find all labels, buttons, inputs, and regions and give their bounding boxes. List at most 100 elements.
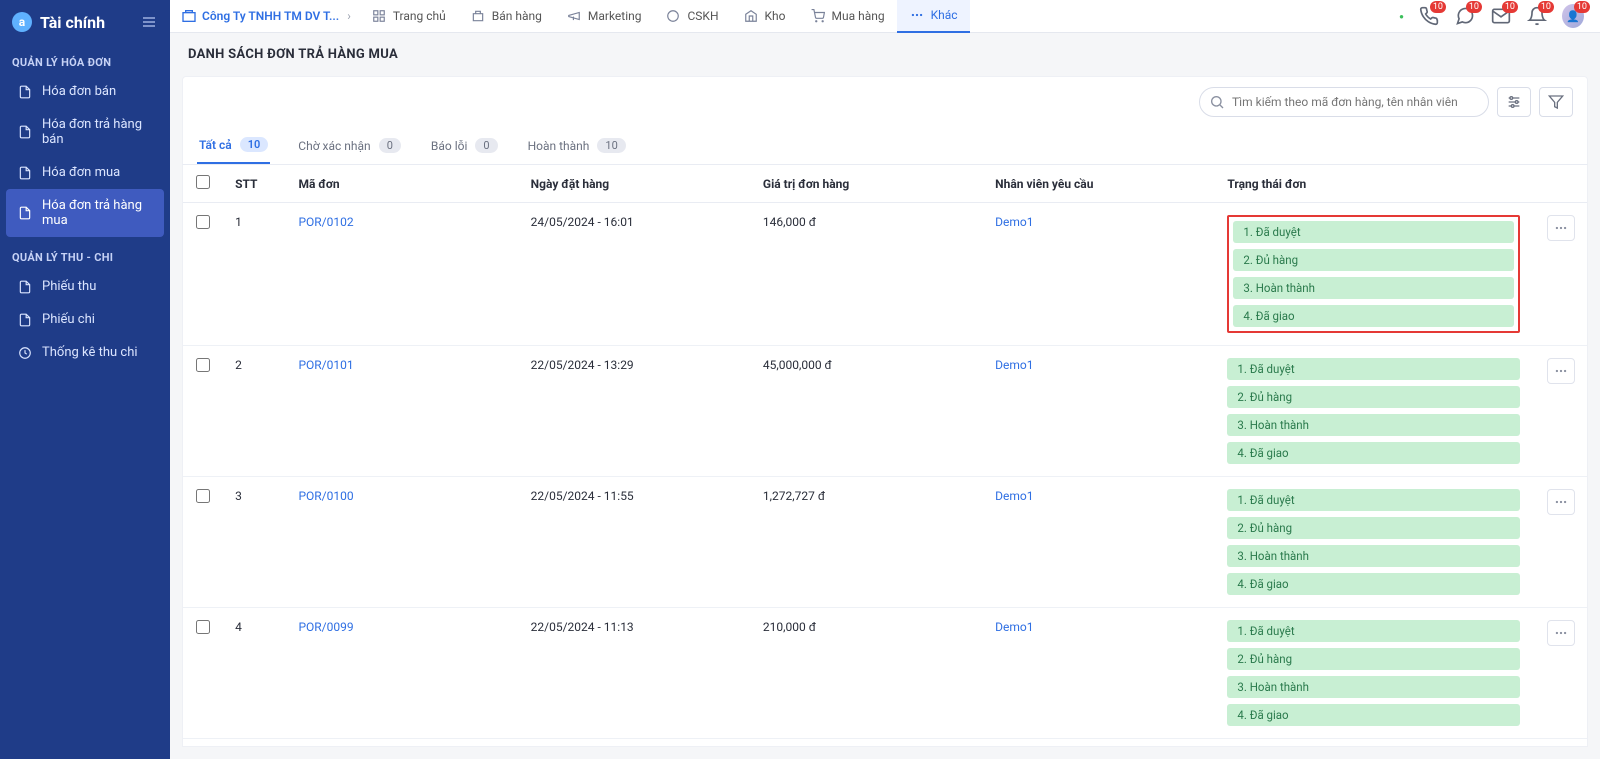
cell-date: 20/05/2024 - 17:40: [519, 739, 751, 748]
nav-item-marketing[interactable]: Marketing: [554, 0, 654, 33]
row-checkbox[interactable]: [196, 489, 210, 503]
cell-stt: 4: [223, 608, 286, 739]
sidebar-item-hoa-don-tra-hang-mua[interactable]: Hóa đơn trả hàng mua: [6, 189, 164, 237]
tab-2[interactable]: Báo lỗi0: [429, 128, 500, 163]
tab-3[interactable]: Hoàn thành10: [526, 128, 628, 163]
nav-item-ban-hang[interactable]: Bán hàng: [458, 0, 554, 33]
tab-label: Hoàn thành: [528, 139, 590, 153]
row-actions-button[interactable]: [1547, 620, 1575, 646]
phone-icon[interactable]: 10: [1418, 5, 1440, 27]
sidebar-item-phieu-thu[interactable]: Phiếu thu: [0, 270, 170, 303]
app-logo-icon: a: [12, 12, 32, 32]
cell-date: 22/05/2024 - 11:55: [519, 477, 751, 608]
tab-count: 0: [379, 138, 401, 153]
row-checkbox[interactable]: [196, 215, 210, 229]
nav-items: Trang chủ Bán hàng Marketing CSKH Kho Mua hàn…: [359, 0, 970, 33]
status-list: 1. Đã duyệt2. Đủ hàng3. Hoàn thành4. Đã …: [1227, 489, 1520, 595]
status-badge: 2. Đủ hàng: [1227, 648, 1520, 670]
status-badge: 3. Hoàn thành: [1227, 414, 1520, 436]
cell-stt: 3: [223, 477, 286, 608]
list-toolbar: [182, 76, 1588, 127]
status-badge: 3. Hoàn thành: [1227, 545, 1520, 567]
order-code-link[interactable]: POR/0102: [298, 215, 353, 229]
sidebar-item-phieu-chi[interactable]: Phiếu chi: [0, 303, 170, 336]
document-icon: [18, 125, 32, 139]
tab-count: 10: [240, 137, 269, 152]
nav-item-label: Marketing: [588, 9, 642, 23]
status-badge: 1. Đã duyệt: [1227, 358, 1520, 380]
settings-columns-button[interactable]: [1497, 87, 1531, 117]
bell-icon[interactable]: 10: [1526, 5, 1548, 27]
order-code-link[interactable]: POR/0099: [298, 620, 353, 634]
sidebar-item-hoa-don-tra-hang-ban[interactable]: Hóa đơn trả hàng bán: [0, 108, 170, 156]
order-code-link[interactable]: POR/0101: [298, 358, 353, 372]
select-all-checkbox[interactable]: [196, 175, 210, 189]
status-badge: 2. Đủ hàng: [1227, 517, 1520, 539]
tab-count: 0: [475, 138, 497, 153]
order-code-link[interactable]: POR/0100: [298, 489, 353, 503]
employee-link[interactable]: Demo1: [995, 215, 1033, 229]
nav-item-khac[interactable]: Khác: [897, 0, 970, 33]
cell-date: 22/05/2024 - 11:13: [519, 608, 751, 739]
row-checkbox[interactable]: [196, 358, 210, 372]
breadcrumb-company[interactable]: Công Ty TNHH TM DV T...: [202, 9, 339, 23]
row-actions-button[interactable]: [1547, 358, 1575, 384]
table-row: 5POR/009720/05/2024 - 17:408,400 đDemo11…: [183, 739, 1587, 748]
col-employee-header: Nhân viên yêu cầu: [983, 165, 1215, 203]
mail-badge: 10: [1502, 1, 1518, 13]
col-amount-header: Giá trị đơn hàng: [751, 165, 983, 203]
status-badge: 1. Đã duyệt: [1233, 221, 1514, 243]
sidebar-item-hoa-don-ban[interactable]: Hóa đơn bán: [0, 75, 170, 108]
sidebar-collapse-icon[interactable]: [140, 13, 158, 31]
filter-button[interactable]: [1539, 87, 1573, 117]
row-actions-button[interactable]: [1547, 215, 1575, 241]
top-navbar: Công Ty TNHH TM DV T... › Trang chủ Bán h…: [170, 0, 1600, 33]
user-avatar[interactable]: 👤 10: [1562, 5, 1584, 27]
nav-item-label: Kho: [765, 9, 786, 23]
sidebar-item-hoa-don-mua[interactable]: Hóa đơn mua: [0, 156, 170, 189]
mail-icon[interactable]: 10: [1490, 5, 1512, 27]
sidebar-section-label: QUẢN LÝ THU - CHI: [0, 237, 170, 270]
stats-icon: [18, 346, 32, 360]
row-checkbox[interactable]: [196, 620, 210, 634]
bell-badge: 10: [1538, 1, 1554, 13]
col-date-header: Ngày đặt hàng: [519, 165, 751, 203]
cell-amount: 45,000,000 đ: [751, 346, 983, 477]
document-icon: [18, 206, 32, 220]
sidebar-section-label: QUẢN LÝ HÓA ĐƠN: [0, 42, 170, 75]
nav-item-mua-hang[interactable]: Mua hàng: [798, 0, 897, 33]
sidebar-item-label: Phiếu thu: [42, 279, 96, 294]
chat-icon[interactable]: 10: [1454, 5, 1476, 27]
tab-1[interactable]: Chờ xác nhận 0: [296, 128, 403, 163]
sidebar: a Tài chính QUẢN LÝ HÓA ĐƠN Hóa đơn bán Hó…: [0, 0, 170, 759]
sidebar-item-label: Hóa đơn bán: [42, 84, 116, 99]
status-list: 1. Đã duyệt2. Đủ hàng3. Hoàn thành4. Đã …: [1227, 215, 1520, 333]
col-stt-header: STT: [223, 165, 286, 203]
nav-item-label: Trang chủ: [393, 9, 446, 23]
employee-link[interactable]: Demo1: [995, 358, 1033, 372]
sidebar-item-label: Hóa đơn trả hàng mua: [42, 198, 152, 228]
status-badge: 3. Hoàn thành: [1227, 676, 1520, 698]
search-input[interactable]: [1199, 87, 1489, 117]
status-list: 1. Đã duyệt2. Đủ hàng3. Hoàn thành4. Đã …: [1227, 620, 1520, 726]
col-status-header: Trạng thái đơn: [1215, 165, 1532, 203]
nav-item-kho[interactable]: Kho: [731, 0, 798, 33]
tab-label: Chờ xác nhận: [298, 139, 370, 153]
status-dot-icon: ●: [1399, 12, 1404, 21]
ban-hang-icon: [470, 8, 486, 24]
employee-link[interactable]: Demo1: [995, 489, 1033, 503]
table-row: 2POR/010122/05/2024 - 13:2945,000,000 đD…: [183, 346, 1587, 477]
marketing-icon: [566, 8, 582, 24]
tab-0[interactable]: Tất cả10: [197, 127, 270, 164]
row-actions-button[interactable]: [1547, 489, 1575, 515]
sidebar-item-label: Phiếu chi: [42, 312, 95, 327]
sidebar-header: a Tài chính: [0, 0, 170, 42]
sidebar-item-thong-ke-thu-chi[interactable]: Thống kê thu chi: [0, 336, 170, 369]
employee-link[interactable]: Demo1: [995, 620, 1033, 634]
orders-table: STT Mã đơn Ngày đặt hàng Giá trị đơn hàn…: [183, 165, 1587, 747]
nav-item-trang-chu[interactable]: Trang chủ: [359, 0, 458, 33]
nav-item-cskh[interactable]: CSKH: [653, 0, 730, 33]
cell-amount: 1,272,727 đ: [751, 477, 983, 608]
cell-stt: 5: [223, 739, 286, 748]
chevron-right-icon: ›: [347, 9, 351, 23]
